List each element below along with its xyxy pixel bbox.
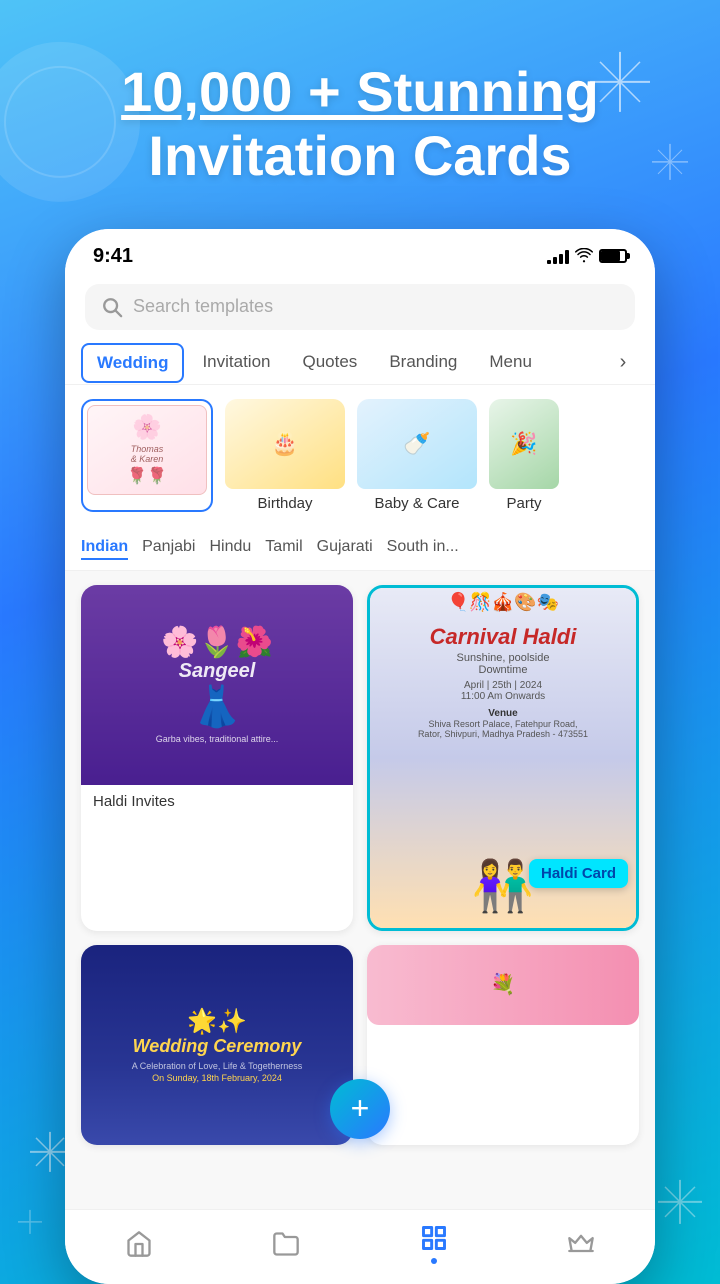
subcategory-row: Indian Panjabi Hindu Tamil Gujarati Sout…	[65, 526, 655, 571]
nav-grid[interactable]	[420, 1224, 448, 1264]
template-card-birthday[interactable]: 🎂 Birthday	[225, 399, 345, 512]
cards-grid: 🌸🌷🌺 Sangeel 👗 Garba vibes, traditional a…	[65, 571, 655, 1159]
haldi-invites-card[interactable]: 🌸🌷🌺 Sangeel 👗 Garba vibes, traditional a…	[81, 585, 353, 931]
subcategory-gujarati[interactable]: Gujarati	[317, 536, 373, 560]
partial-card-image: 💐	[367, 945, 639, 1025]
search-bar[interactable]: Search templates	[85, 284, 635, 330]
subcategory-indian[interactable]: Indian	[81, 536, 128, 560]
haldi-card-badge: Haldi Card	[529, 859, 628, 888]
haldi-invites-image: 🌸🌷🌺 Sangeel 👗 Garba vibes, traditional a…	[81, 585, 353, 785]
party-card-image: 🎉	[489, 399, 559, 489]
wedding-ceremony-image: 🌟✨ Wedding Ceremony A Celebration of Lov…	[81, 945, 353, 1145]
template-card-party[interactable]: 🎉 Party	[489, 399, 559, 512]
subcategory-hindu[interactable]: Hindu	[209, 536, 251, 560]
birthday-label: Birthday	[225, 495, 345, 512]
birthday-card-image: 🎂	[225, 399, 345, 489]
wedding-ceremony-card[interactable]: 🌟✨ Wedding Ceremony A Celebration of Lov…	[81, 945, 353, 1145]
fab-container: +	[65, 1159, 655, 1209]
phone-mockup: 9:41 Search te	[65, 229, 655, 1284]
search-icon	[101, 296, 123, 318]
tab-wedding[interactable]: Wedding	[81, 343, 184, 383]
subcategory-tamil[interactable]: Tamil	[265, 536, 302, 560]
party-label: Party	[489, 495, 559, 512]
status-bar: 9:41	[65, 229, 655, 276]
nav-folder[interactable]	[272, 1230, 300, 1258]
baby-card-image: 🍼	[357, 399, 477, 489]
nav-active-dot	[431, 1258, 437, 1264]
nav-crown[interactable]	[567, 1230, 595, 1258]
signal-icon	[547, 248, 569, 264]
tab-quotes[interactable]: Quotes	[289, 342, 372, 384]
tab-branding[interactable]: Branding	[375, 342, 471, 384]
subcategory-panjabi[interactable]: Panjabi	[142, 536, 195, 560]
grid-icon	[420, 1224, 448, 1252]
status-icons	[547, 248, 627, 264]
haldi-card[interactable]: 🎈🎊🎪🎨🎭 Carnival Haldi Sunshine, poolsideD…	[367, 585, 639, 931]
status-time: 9:41	[93, 245, 133, 268]
template-scroll-row: 🌸 Thomas& Karen 🌹🌹 🎂 Birthday 🍼 Baby & C…	[65, 385, 655, 526]
subcategory-south[interactable]: South in...	[387, 536, 459, 560]
tab-invitation[interactable]: Invitation	[188, 342, 284, 384]
hero-section: 10,000 + Stunning Invitation Cards	[0, 0, 720, 209]
hero-title: 10,000 + Stunning Invitation Cards	[40, 60, 680, 189]
folder-icon	[272, 1230, 300, 1258]
tab-more-chevron[interactable]: ›	[607, 347, 639, 379]
bottom-nav	[65, 1209, 655, 1284]
template-card-wedding[interactable]: 🌸 Thomas& Karen 🌹🌹	[81, 399, 213, 512]
home-icon	[125, 1230, 153, 1258]
nav-home[interactable]	[125, 1230, 153, 1258]
haldi-invites-label: Haldi Invites	[81, 785, 353, 818]
tab-menu[interactable]: Menu	[475, 342, 546, 384]
wedding-card-image: 🌸 Thomas& Karen 🌹🌹	[87, 405, 207, 495]
crown-icon	[567, 1230, 595, 1258]
template-card-baby[interactable]: 🍼 Baby & Care	[357, 399, 477, 512]
fab-button[interactable]: +	[330, 1079, 390, 1139]
search-container: Search templates	[65, 276, 655, 342]
baby-label: Baby & Care	[357, 495, 477, 512]
category-tabs: Wedding Invitation Quotes Branding Menu …	[65, 342, 655, 385]
search-placeholder-text: Search templates	[133, 296, 273, 317]
battery-icon	[599, 249, 627, 263]
partial-card[interactable]: 💐	[367, 945, 639, 1145]
wifi-icon	[575, 248, 593, 264]
